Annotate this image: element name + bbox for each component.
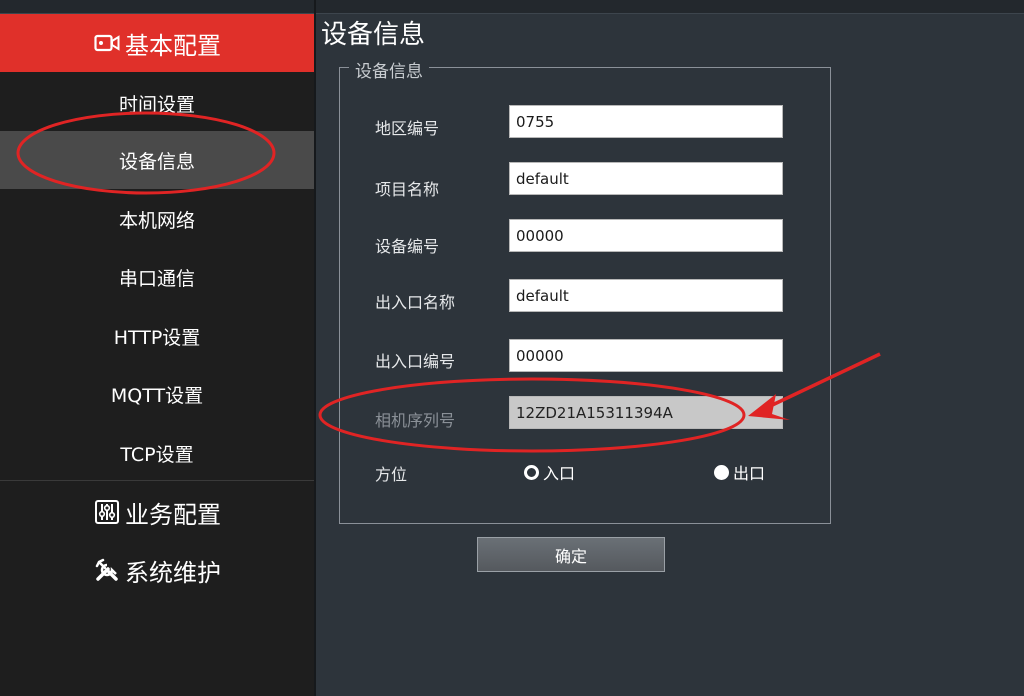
camera-serial-input bbox=[509, 396, 783, 429]
direction-exit-radio[interactable]: 出口 bbox=[714, 460, 765, 484]
radio-unselected-icon bbox=[714, 464, 729, 480]
section-system-maintenance[interactable]: 系统维护 bbox=[0, 541, 314, 599]
sidebar-item-http-settings[interactable]: HTTP设置 bbox=[0, 307, 314, 365]
window-top-bar bbox=[0, 0, 1024, 14]
wrench-icon bbox=[93, 556, 121, 584]
camera-serial-label: 相机序列号 bbox=[375, 411, 456, 430]
radio-selected-icon bbox=[524, 464, 539, 480]
sidebar-item-serial-comm[interactable]: 串口通信 bbox=[0, 248, 314, 306]
gate-name-label: 出入口名称 bbox=[375, 293, 456, 312]
section-business-config[interactable]: 业务配置 bbox=[0, 483, 314, 541]
section-basic-config[interactable]: 基本配置 bbox=[0, 14, 314, 72]
sidebar-item-label: 串口通信 bbox=[118, 267, 195, 290]
sidebar-item-label: 时间设置 bbox=[118, 93, 195, 116]
sidebar-item-label: HTTP设置 bbox=[113, 326, 201, 349]
section-label: 业务配置 bbox=[125, 500, 221, 529]
groupbox-title: 设备信息 bbox=[349, 57, 429, 82]
sidebar-item-label: TCP设置 bbox=[120, 443, 194, 466]
direction-label: 方位 bbox=[375, 465, 408, 484]
section-label: 基本配置 bbox=[125, 31, 221, 60]
sidebar-separator bbox=[0, 480, 314, 481]
sidebar-item-label: 设备信息 bbox=[118, 150, 195, 173]
sidebar-item-mqtt-settings[interactable]: MQTT设置 bbox=[0, 365, 314, 423]
project-name-input[interactable] bbox=[509, 162, 783, 195]
sidebar-item-device-info[interactable]: 设备信息 bbox=[0, 131, 314, 189]
radio-label: 入口 bbox=[543, 464, 576, 483]
confirm-button[interactable]: 确定 bbox=[477, 537, 665, 572]
region-code-label: 地区编号 bbox=[375, 119, 440, 138]
gate-number-label: 出入口编号 bbox=[375, 352, 456, 371]
gate-number-input[interactable] bbox=[509, 339, 783, 372]
sidebar-item-time-settings[interactable]: 时间设置 bbox=[0, 74, 314, 132]
sidebar-item-label: MQTT设置 bbox=[110, 384, 204, 407]
device-number-label: 设备编号 bbox=[375, 237, 440, 256]
sidebar-divider bbox=[314, 0, 316, 696]
gate-name-input[interactable] bbox=[509, 279, 783, 312]
radio-label: 出口 bbox=[733, 464, 766, 483]
project-name-label: 项目名称 bbox=[375, 180, 440, 199]
sliders-icon bbox=[93, 498, 121, 526]
section-label: 系统维护 bbox=[125, 558, 221, 587]
device-number-input[interactable] bbox=[509, 219, 783, 252]
region-code-input[interactable] bbox=[509, 105, 783, 138]
sidebar-item-tcp-settings[interactable]: TCP设置 bbox=[0, 424, 314, 482]
video-camera-icon bbox=[93, 29, 121, 57]
direction-entry-radio[interactable]: 入口 bbox=[524, 460, 575, 484]
sidebar-item-local-network[interactable]: 本机网络 bbox=[0, 190, 314, 248]
sidebar-item-label: 本机网络 bbox=[118, 209, 195, 232]
page-title: 设备信息 bbox=[321, 20, 426, 50]
